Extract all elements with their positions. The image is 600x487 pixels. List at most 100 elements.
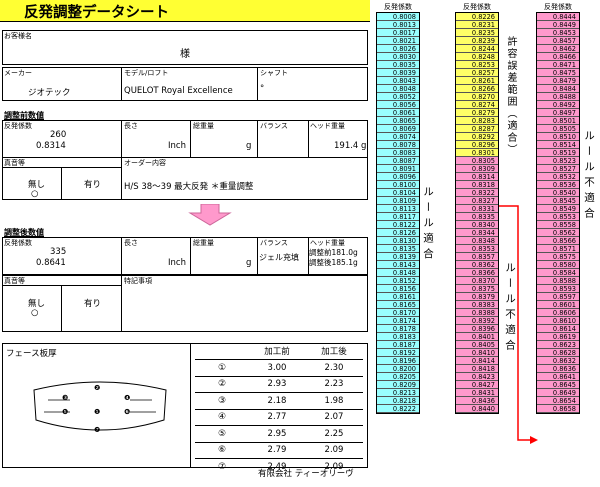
col2-cell: 0.8353 (456, 245, 498, 253)
col3-cell: 0.8510 (537, 133, 579, 141)
col3-cell: 0.8553 (537, 213, 579, 221)
col-after-header: 加工後 (321, 347, 347, 357)
col3-cell: 0.8514 (537, 141, 579, 149)
before-div1 (121, 120, 122, 158)
col2-cell: 0.8370 (456, 277, 498, 285)
after-balance-label: バランス (260, 239, 288, 247)
col3-cell: 0.8562 (537, 229, 579, 237)
point-2: ❷ (94, 384, 101, 392)
col3-cell: 0.8479 (537, 77, 579, 85)
col2-cell: 0.8244 (456, 45, 498, 53)
col3-cell: 0.8571 (537, 245, 579, 253)
point-4: ❹ (124, 394, 131, 402)
maker-value: ジオテック (28, 88, 71, 98)
before-coef-label: 反発係数 (4, 122, 32, 130)
point-number: ⑥ (217, 445, 227, 456)
col3-cell: 0.8597 (537, 293, 579, 301)
col3-table: 0.8444 0.8449 0.8453 0.8457 0.8462 0.8466 0.84… (536, 12, 580, 414)
face-table-row: ① 3.00 2.30 (195, 359, 363, 376)
company-name: 有限会社 ティーオリーヴ (258, 469, 354, 479)
col2-cell: 0.8427 (456, 381, 498, 389)
col3-cell: 0.8606 (537, 309, 579, 317)
col1-cell: 0.8218 (377, 397, 419, 405)
col3-cell: 0.8449 (537, 21, 579, 29)
thickness-before: 2.93 (267, 379, 287, 390)
face-label: フェース板厚 (6, 349, 57, 359)
col1-cell: 0.8130 (377, 237, 419, 245)
col2-cell: 0.8401 (456, 333, 498, 341)
col2-cell: 0.8405 (456, 341, 498, 349)
before-ari[interactable]: 有り (84, 178, 101, 190)
col2-cell: 0.8362 (456, 261, 498, 269)
col3-cell: 0.8645 (537, 381, 579, 389)
thickness-before: 2.79 (267, 445, 287, 456)
col1-cell: 0.8139 (377, 253, 419, 261)
before-order-label: オーダー内容 (124, 159, 166, 167)
col2-cell: 0.8322 (456, 189, 498, 197)
col1-cell: 0.8187 (377, 341, 419, 349)
face-table-row: ② 2.93 2.23 (195, 375, 363, 393)
col2-cell: 0.8239 (456, 37, 498, 45)
col2-cell: 0.8335 (456, 213, 498, 221)
point-number: ② (217, 379, 227, 390)
col3-cell: 0.8558 (537, 221, 579, 229)
thickness-before: 2.77 (267, 412, 287, 423)
thickness-after: 2.07 (324, 412, 344, 423)
point-1: ❶ (94, 408, 101, 416)
col1-cell: 0.8013 (377, 21, 419, 29)
col1-cell: 0.8222 (377, 405, 419, 413)
col3-cell: 0.8658 (537, 405, 579, 413)
col3-cell: 0.8588 (537, 277, 579, 285)
col2-cell: 0.8253 (456, 61, 498, 69)
point-3: ❸ (62, 394, 69, 402)
before-length-label: 長さ (124, 122, 138, 130)
col3-cell: 0.8619 (537, 333, 579, 341)
col1-cell: 0.8170 (377, 309, 419, 317)
col2-cell: 0.8279 (456, 109, 498, 117)
col3-cell: 0.8523 (537, 157, 579, 165)
col2-allow-label: 許容誤差範囲（適合） (505, 36, 516, 156)
col3-cell: 0.8623 (537, 341, 579, 349)
col1-header: 反発係数 (384, 3, 412, 11)
face-table-header: 加工前 加工後 (195, 345, 363, 359)
before-weight-unit: g (246, 141, 252, 151)
col2-cell: 0.8344 (456, 229, 498, 237)
col2-cell: 0.8296 (456, 141, 498, 149)
col2-cell: 0.8431 (456, 389, 498, 397)
col2-cell: 0.8392 (456, 317, 498, 325)
after-detail-row (2, 275, 368, 332)
face-divider (190, 343, 191, 468)
col2-cell: 0.8314 (456, 173, 498, 181)
col1-cell: 0.8152 (377, 277, 419, 285)
col1-cell: 0.8126 (377, 229, 419, 237)
col3-cell: 0.8519 (537, 149, 579, 157)
col3-cell: 0.8575 (537, 253, 579, 261)
after-special-div (121, 275, 122, 332)
col3-cell: 0.8566 (537, 237, 579, 245)
after-head-after: 調整後185.1g (309, 258, 358, 267)
before-coef: 0.8314 (36, 141, 66, 151)
col3-rule-label: ルール不適合 (583, 130, 595, 223)
col2-cell: 0.8257 (456, 69, 498, 77)
col1-cell: 0.8026 (377, 45, 419, 53)
after-ari[interactable]: 有り (84, 297, 101, 309)
col1-cell: 0.8174 (377, 317, 419, 325)
before-div3 (257, 120, 258, 158)
col3-cell: 0.8628 (537, 349, 579, 357)
col3-cell: 0.8636 (537, 365, 579, 373)
col1-cell: 0.8069 (377, 125, 419, 133)
col1-cell: 0.8192 (377, 349, 419, 357)
col3-cell: 0.8536 (537, 181, 579, 189)
face-table: 加工前 加工後 ① 3.00 2.30 ② 2.93 2.23 ③ 2.18 1.98 ④ 2.77… (195, 345, 363, 475)
col3-cell: 0.8601 (537, 301, 579, 309)
after-div1 (121, 237, 122, 275)
face-table-row: ③ 2.18 1.98 (195, 392, 363, 409)
col1-cell: 0.8135 (377, 245, 419, 253)
col1-cell: 0.8165 (377, 301, 419, 309)
col2-cell: 0.8331 (456, 205, 498, 213)
col3-cell: 0.8545 (537, 197, 579, 205)
col2-cell: 0.8309 (456, 165, 498, 173)
col1-cell: 0.8091 (377, 165, 419, 173)
before-order-text: H/S 38〜39 最大反発 ＊重量調整 (124, 182, 254, 192)
col2-cell: 0.8231 (456, 21, 498, 29)
